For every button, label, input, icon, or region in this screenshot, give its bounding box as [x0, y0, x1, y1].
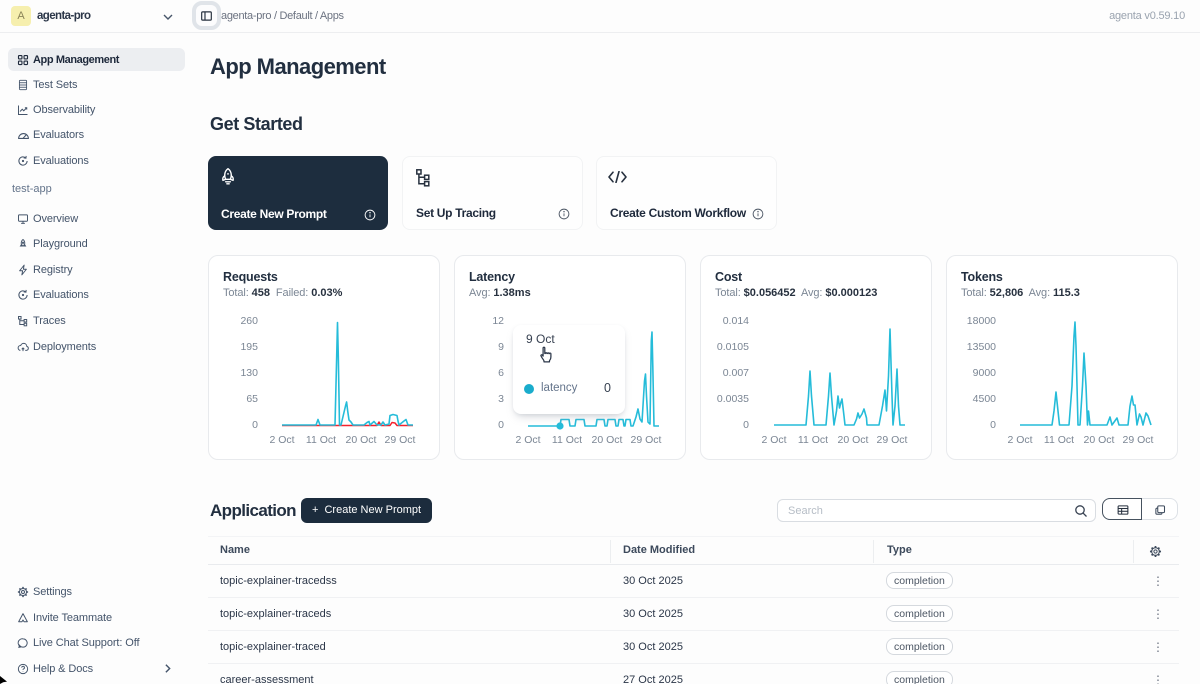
svg-text:4500: 4500 — [973, 393, 997, 405]
svg-text:20 Oct: 20 Oct — [346, 434, 377, 446]
svg-text:0.014: 0.014 — [723, 315, 749, 327]
svg-text:2 Oct: 2 Oct — [761, 434, 786, 446]
svg-text:3: 3 — [498, 393, 504, 405]
svg-text:2 Oct: 2 Oct — [1007, 434, 1032, 446]
svg-text:29 Oct: 29 Oct — [877, 434, 908, 446]
svg-text:29 Oct: 29 Oct — [385, 434, 416, 446]
svg-text:20 Oct: 20 Oct — [838, 434, 869, 446]
svg-text:0.007: 0.007 — [723, 367, 749, 379]
svg-text:20 Oct: 20 Oct — [592, 434, 623, 446]
svg-text:20 Oct: 20 Oct — [1084, 434, 1115, 446]
svg-text:260: 260 — [240, 315, 258, 327]
svg-text:18000: 18000 — [967, 315, 996, 327]
svg-text:29 Oct: 29 Oct — [631, 434, 662, 446]
svg-text:12: 12 — [492, 315, 504, 327]
svg-text:2 Oct: 2 Oct — [269, 434, 294, 446]
svg-text:0.0035: 0.0035 — [717, 393, 749, 405]
svg-text:195: 195 — [240, 341, 258, 353]
svg-text:11 Oct: 11 Oct — [1044, 434, 1074, 446]
svg-text:13500: 13500 — [967, 341, 996, 353]
svg-text:6: 6 — [498, 367, 504, 379]
svg-text:29 Oct: 29 Oct — [1123, 434, 1154, 446]
svg-text:0: 0 — [252, 419, 258, 431]
svg-text:2 Oct: 2 Oct — [515, 434, 540, 446]
svg-text:11 Oct: 11 Oct — [798, 434, 828, 446]
svg-text:65: 65 — [246, 393, 258, 405]
svg-text:9000: 9000 — [973, 367, 997, 379]
svg-text:0.0105: 0.0105 — [717, 341, 749, 353]
svg-text:0: 0 — [990, 419, 996, 431]
svg-text:0: 0 — [498, 419, 504, 431]
svg-text:9: 9 — [498, 341, 504, 353]
svg-text:11 Oct: 11 Oct — [306, 434, 336, 446]
svg-text:0: 0 — [743, 419, 749, 431]
svg-text:11 Oct: 11 Oct — [552, 434, 582, 446]
svg-text:130: 130 — [240, 367, 258, 379]
